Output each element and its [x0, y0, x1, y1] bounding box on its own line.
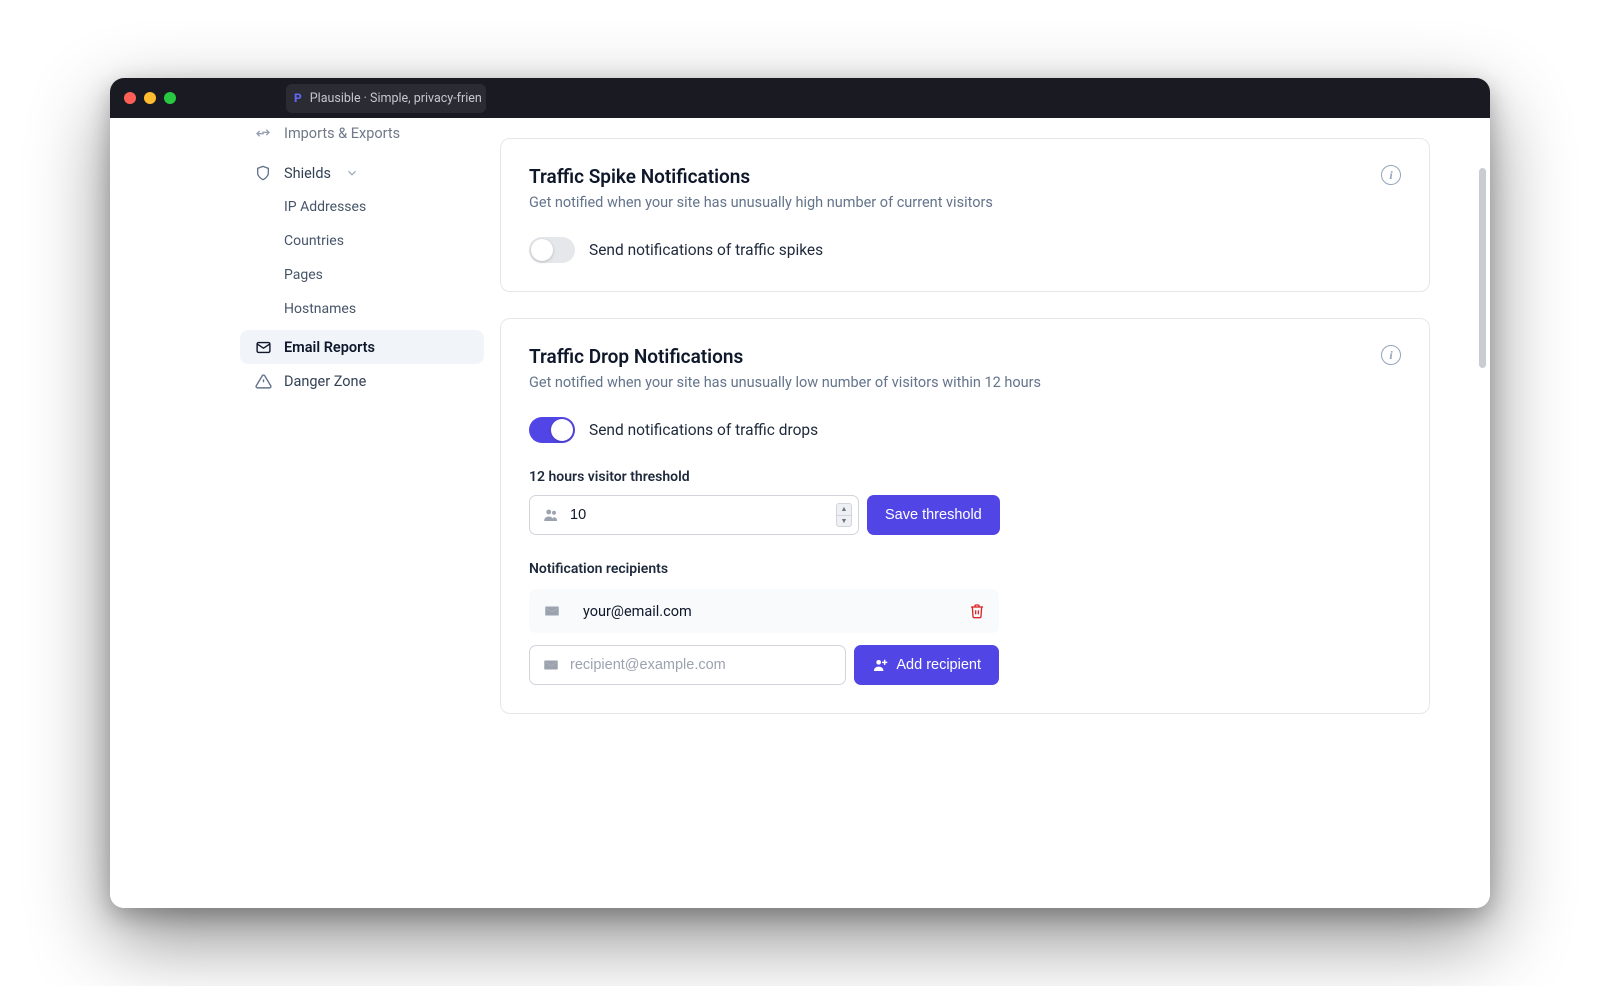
drop-toggle-label: Send notifications of traffic drops: [589, 421, 818, 439]
window-controls: [124, 92, 176, 104]
sidebar-subitem-hostnames[interactable]: Hostnames: [240, 292, 484, 326]
delete-recipient-button[interactable]: [969, 603, 985, 619]
sidebar-item-label: Danger Zone: [284, 373, 366, 390]
card-title: Traffic Spike Notifications: [529, 165, 993, 188]
sidebar-subitem-countries[interactable]: Countries: [240, 224, 484, 258]
mail-icon: [543, 602, 561, 620]
recipient-row: your@email.com: [529, 589, 999, 633]
card-description: Get notified when your site has unusuall…: [529, 194, 993, 211]
favicon-icon: P: [294, 91, 302, 106]
arrows-icon: [254, 124, 272, 142]
add-recipient-input-wrap: [529, 645, 846, 685]
threshold-stepper[interactable]: ▲ ▼: [836, 503, 852, 527]
close-window-button[interactable]: [124, 92, 136, 104]
people-icon: [542, 506, 560, 524]
recipients-label: Notification recipients: [529, 561, 1401, 577]
add-recipient-input[interactable]: [570, 657, 839, 673]
drop-toggle[interactable]: [529, 417, 575, 443]
shield-icon: [254, 164, 272, 182]
sidebar-item-email-reports[interactable]: Email Reports: [240, 330, 484, 364]
sidebar-item-label: Shields: [284, 165, 331, 182]
chevron-down-icon: [345, 166, 359, 180]
info-icon[interactable]: i: [1381, 165, 1401, 185]
traffic-spike-card: Traffic Spike Notifications Get notified…: [500, 138, 1430, 292]
sidebar-item-shields[interactable]: Shields: [240, 156, 484, 190]
threshold-label: 12 hours visitor threshold: [529, 469, 1401, 485]
button-label: Save threshold: [885, 507, 982, 523]
info-icon[interactable]: i: [1381, 345, 1401, 365]
sidebar: Imports & Exports Shields IP Addresses C…: [110, 118, 490, 908]
spike-toggle[interactable]: [529, 237, 575, 263]
fullscreen-window-button[interactable]: [164, 92, 176, 104]
warning-icon: [254, 372, 272, 390]
stepper-down-icon[interactable]: ▼: [837, 516, 851, 527]
spike-toggle-label: Send notifications of traffic spikes: [589, 241, 823, 259]
titlebar: P Plausible · Simple, privacy-frien: [110, 78, 1490, 118]
content-area: Imports & Exports Shields IP Addresses C…: [110, 118, 1490, 908]
minimize-window-button[interactable]: [144, 92, 156, 104]
card-description: Get notified when your site has unusuall…: [529, 374, 1041, 391]
save-threshold-button[interactable]: Save threshold: [867, 495, 1000, 535]
mail-icon: [542, 656, 560, 674]
add-recipient-button[interactable]: Add recipient: [854, 645, 999, 685]
sidebar-item-danger-zone[interactable]: Danger Zone: [240, 364, 484, 398]
traffic-drop-card: Traffic Drop Notifications Get notified …: [500, 318, 1430, 714]
main-panel: Traffic Spike Notifications Get notified…: [490, 118, 1490, 908]
sidebar-item-label: Email Reports: [284, 339, 375, 356]
sidebar-subitem-pages[interactable]: Pages: [240, 258, 484, 292]
tab-title: Plausible · Simple, privacy-frien: [310, 91, 482, 106]
card-title: Traffic Drop Notifications: [529, 345, 1041, 368]
recipient-email: your@email.com: [583, 603, 957, 620]
scrollbar-thumb[interactable]: [1479, 168, 1486, 368]
threshold-input[interactable]: [570, 507, 830, 523]
sidebar-item-label: Imports & Exports: [284, 125, 400, 142]
threshold-input-wrap: ▲ ▼: [529, 495, 859, 535]
person-plus-icon: [872, 657, 888, 673]
stepper-up-icon[interactable]: ▲: [837, 504, 851, 516]
browser-tab[interactable]: P Plausible · Simple, privacy-frien: [286, 84, 486, 113]
app-window: P Plausible · Simple, privacy-frien Impo…: [110, 78, 1490, 908]
sidebar-item-imports-exports[interactable]: Imports & Exports: [240, 116, 484, 150]
button-label: Add recipient: [896, 657, 981, 673]
mail-icon: [254, 338, 272, 356]
sidebar-subitem-ip[interactable]: IP Addresses: [240, 190, 484, 224]
